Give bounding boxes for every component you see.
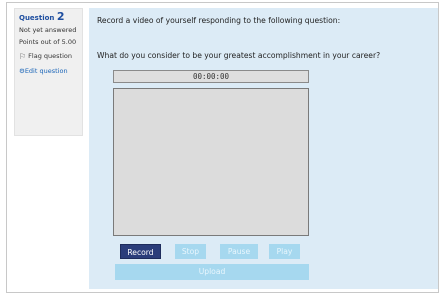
flag-icon: ⚐ xyxy=(19,52,27,61)
stop-button[interactable]: Stop xyxy=(175,244,206,259)
question-label: Question xyxy=(19,14,55,22)
question-points: Points out of 5.00 xyxy=(19,38,77,46)
flag-question-label: Flag question xyxy=(28,52,72,60)
question-number-value: 2 xyxy=(56,10,65,23)
record-button[interactable]: Record xyxy=(120,244,161,259)
question-number: Question 2 xyxy=(19,10,78,23)
play-button[interactable]: Play xyxy=(269,244,300,259)
question-text: What do you consider to be your greatest… xyxy=(97,51,381,60)
question-instruction: Record a video of yourself responding to… xyxy=(97,16,341,25)
question-status: Not yet answered xyxy=(19,26,77,34)
edit-question-link[interactable]: ⚙Edit question xyxy=(19,67,78,76)
flag-question-link[interactable]: ⚐ Flag question xyxy=(19,52,78,61)
question-content: Record a video of yourself responding to… xyxy=(89,8,438,289)
pause-button[interactable]: Pause xyxy=(220,244,258,259)
question-info-panel: Question 2 Not yet answered Points out o… xyxy=(14,8,83,136)
edit-question-label: Edit question xyxy=(24,67,68,75)
upload-button[interactable]: Upload xyxy=(115,264,309,280)
recording-timer: 00:00:00 xyxy=(113,70,309,83)
video-preview xyxy=(113,88,309,236)
